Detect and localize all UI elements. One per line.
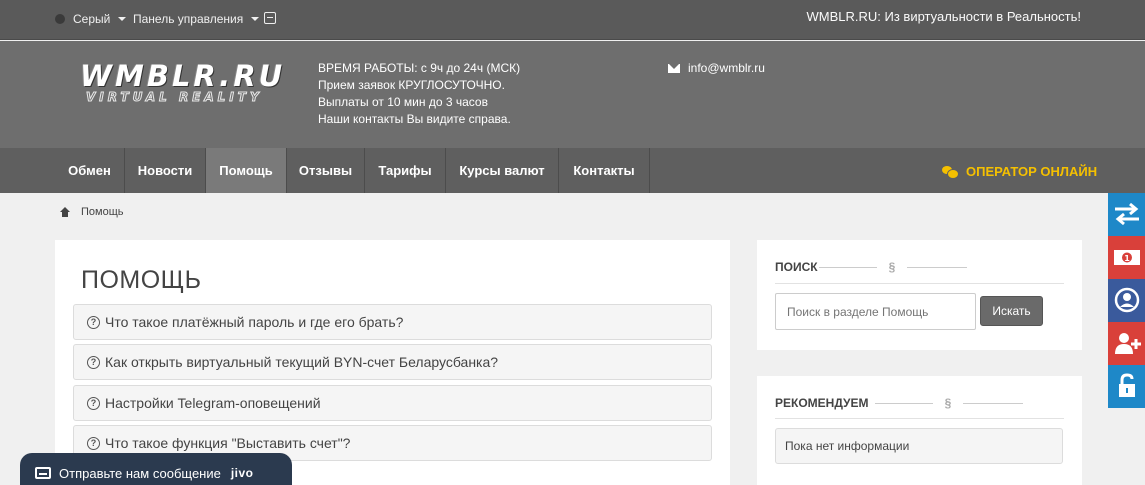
breadcrumb: Помощь bbox=[60, 206, 124, 218]
nav-tab-contacts[interactable]: Контакты bbox=[559, 148, 650, 193]
login-side-button[interactable] bbox=[1108, 365, 1145, 408]
money-side-button[interactable]: 1 bbox=[1108, 236, 1145, 279]
nav-tab-tariffs[interactable]: Тарифы bbox=[365, 148, 446, 193]
site-logo[interactable]: WMBLR.RU VIRTUAL REALITY bbox=[80, 59, 290, 109]
control-panel-label: Панель управления bbox=[133, 12, 244, 26]
page-title: ПОМОЩЬ bbox=[81, 266, 202, 294]
chat-bubbles-icon bbox=[942, 165, 959, 179]
unlock-icon bbox=[1119, 373, 1135, 397]
working-hours: ВРЕМЯ РАБОТЫ: с 9ч до 24ч (МСК) Прием за… bbox=[318, 60, 520, 128]
nav-tab-reviews[interactable]: Отзывы bbox=[287, 148, 365, 193]
question-circle-icon: ? bbox=[87, 436, 100, 450]
user-icon bbox=[1114, 287, 1140, 313]
control-panel-dropdown[interactable]: Панель управления bbox=[133, 12, 260, 26]
empty-info-box: Пока нет информации bbox=[775, 428, 1063, 464]
hours-line: Выплаты от 10 мин до 3 часов bbox=[318, 95, 488, 109]
hours-line: Прием заявок КРУГЛОСУТОЧНО. bbox=[318, 78, 505, 92]
search-button[interactable]: Искать bbox=[980, 296, 1043, 326]
faq-item[interactable]: ? Что такое платёжный пароль и где его б… bbox=[73, 304, 712, 340]
dollar-ornament-icon: § bbox=[933, 396, 963, 410]
operator-label: ОПЕРАТОР ОНЛАЙН bbox=[966, 164, 1098, 179]
faq-question: Что такое платёжный пароль и где его бра… bbox=[105, 314, 404, 330]
main-nav: Обмен Новости Помощь Отзывы Тарифы Курсы… bbox=[0, 148, 1145, 193]
site-slogan: WMBLR.RU: Из виртуальности в Реальность! bbox=[806, 9, 1082, 24]
question-circle-icon: ? bbox=[87, 355, 100, 369]
nav-tab-rates[interactable]: Курсы валют bbox=[446, 148, 559, 193]
search-widget-title: ПОИСК bbox=[775, 260, 818, 274]
exchange-side-button[interactable] bbox=[1108, 193, 1145, 236]
email-text: info@wmblr.ru bbox=[688, 61, 765, 75]
top-bar: Серый Панель управления WMBLR.RU: Из вир… bbox=[0, 0, 1145, 40]
svg-text:1: 1 bbox=[1124, 254, 1130, 263]
help-panel: ПОМОЩЬ ? Что такое платёжный пароль и гд… bbox=[55, 240, 730, 485]
recommend-widget-title: РЕКОМЕНДУЕМ bbox=[775, 396, 869, 410]
theme-label: Серый bbox=[73, 12, 111, 26]
window-toggle-icon[interactable] bbox=[264, 12, 276, 24]
theme-color-icon bbox=[55, 14, 65, 24]
faq-question: Как открыть виртуальный текущий BYN-счет… bbox=[105, 354, 499, 370]
contact-email[interactable]: info@wmblr.ru bbox=[668, 61, 765, 75]
recommend-widget: РЕКОМЕНДУЕМ § Пока нет информации bbox=[757, 376, 1082, 485]
register-side-button[interactable] bbox=[1108, 322, 1145, 365]
jivo-chat-widget[interactable]: Отправьте нам сообщение jivo bbox=[20, 453, 292, 485]
operator-online-link[interactable]: ОПЕРАТОР ОНЛАЙН bbox=[942, 164, 1097, 179]
breadcrumb-current: Помощь bbox=[81, 206, 124, 218]
user-add-icon bbox=[1115, 333, 1141, 354]
home-icon[interactable] bbox=[60, 207, 71, 217]
faq-question: Настройки Telegram-оповещений bbox=[105, 395, 321, 411]
account-side-button[interactable] bbox=[1108, 279, 1145, 322]
nav-tab-news[interactable]: Новости bbox=[125, 148, 206, 193]
title-ornament: § bbox=[875, 396, 1023, 410]
envelope-icon bbox=[668, 63, 680, 73]
title-ornament: § bbox=[819, 260, 967, 274]
faq-item[interactable]: ? Настройки Telegram-оповещений bbox=[73, 385, 712, 421]
hours-line: ВРЕМЯ РАБОТЫ: с 9ч до 24ч (МСК) bbox=[318, 61, 521, 75]
jivo-brand: jivo bbox=[230, 466, 254, 480]
message-icon bbox=[35, 467, 51, 479]
nav-tab-exchange[interactable]: Обмен bbox=[55, 148, 125, 193]
jivo-message: Отправьте нам сообщение bbox=[59, 465, 221, 481]
question-circle-icon: ? bbox=[87, 396, 100, 410]
question-circle-icon: ? bbox=[87, 315, 100, 329]
money-icon: 1 bbox=[1114, 250, 1140, 265]
search-input[interactable] bbox=[775, 293, 976, 330]
caret-down-icon bbox=[118, 17, 127, 21]
exchange-arrows-icon bbox=[1115, 202, 1139, 226]
faq-item[interactable]: ? Как открыть виртуальный текущий BYN-сч… bbox=[73, 344, 712, 380]
hours-line: Наши контакты Вы видите справа. bbox=[318, 112, 511, 126]
site-header: WMBLR.RU VIRTUAL REALITY ВРЕМЯ РАБОТЫ: с… bbox=[0, 41, 1145, 148]
caret-down-icon bbox=[251, 17, 260, 21]
dollar-ornament-icon: § bbox=[877, 260, 907, 274]
theme-dropdown[interactable]: Серый bbox=[55, 12, 127, 26]
nav-tab-help[interactable]: Помощь bbox=[206, 148, 287, 193]
divider bbox=[775, 418, 1064, 419]
divider bbox=[775, 283, 1064, 284]
logo-main-text: WMBLR.RU bbox=[80, 59, 286, 93]
logo-sub-text: VIRTUAL REALITY bbox=[86, 90, 263, 105]
search-widget: ПОИСК § Искать bbox=[757, 240, 1082, 350]
faq-question: Что такое функция "Выставить счет"? bbox=[105, 435, 351, 451]
